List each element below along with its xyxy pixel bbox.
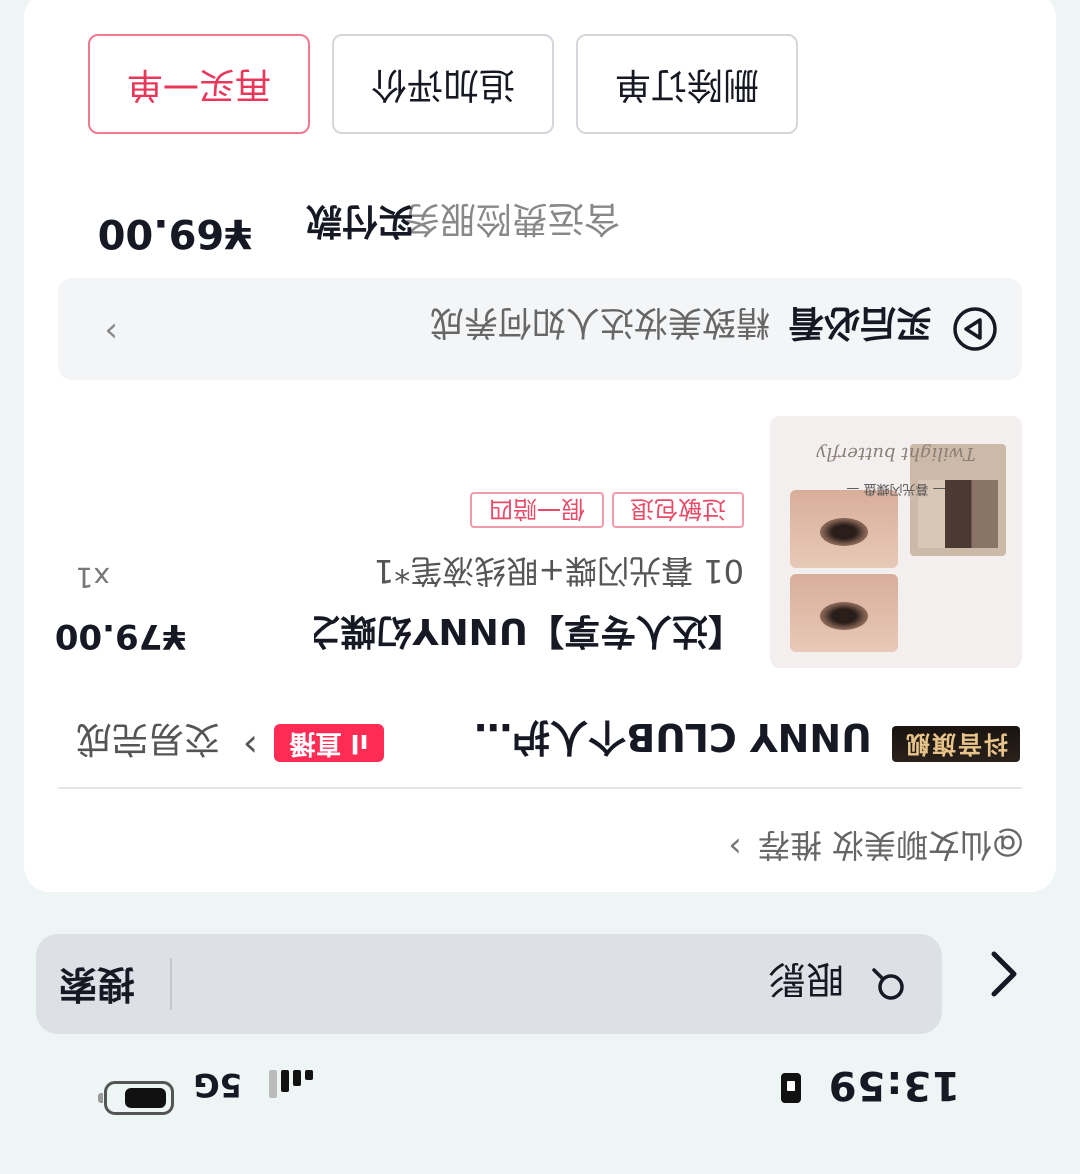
search-icon bbox=[872, 968, 904, 1000]
chevron-right-icon: › bbox=[728, 827, 742, 867]
recommend-row[interactable]: @仙女聊美妆 推荐 › bbox=[728, 826, 1024, 867]
shop-row[interactable]: 抖音旗舰 UNNY CLUB个人护… ıl 直播 › 交易完成 bbox=[56, 712, 1020, 768]
play-icon bbox=[953, 307, 997, 351]
search-divider bbox=[170, 958, 172, 1010]
live-icon: ıl bbox=[341, 728, 369, 758]
live-label: 直播 bbox=[289, 728, 342, 758]
back-arrow-icon[interactable] bbox=[974, 946, 1030, 1002]
status-time: 13:59 bbox=[827, 1062, 960, 1108]
product-price: ¥79.00 bbox=[54, 616, 186, 656]
buy-again-button[interactable]: 再买一单 bbox=[88, 34, 310, 134]
thumbnail-caption: — 暮光闪蝶盘 — bbox=[846, 481, 946, 496]
tutorial-title: 买后必看 bbox=[787, 302, 932, 343]
live-badge[interactable]: ıl 直播 bbox=[274, 724, 384, 762]
product-spec: 01 暮光闪蝶+眼线液笔*1 bbox=[373, 552, 744, 590]
recommend-label: @仙女聊美妆 推荐 bbox=[757, 826, 1024, 864]
eye-look-image bbox=[790, 490, 898, 568]
search-bar[interactable]: 眼影 搜索 bbox=[36, 934, 942, 1034]
screen: 13:59 5G 眼影 搜索 @仙女聊美妆 推荐 › 抖音旗舰 UNNY CLU… bbox=[0, 0, 1080, 1174]
search-input[interactable]: 眼影 bbox=[768, 955, 844, 1010]
service-tag: 过敏包退 bbox=[612, 492, 744, 528]
shop-name[interactable]: UNNY CLUB个人护… bbox=[474, 713, 872, 768]
eye-look-image bbox=[790, 574, 898, 652]
signal-icon bbox=[257, 1070, 313, 1100]
search-button[interactable]: 搜索 bbox=[42, 950, 152, 1018]
product-quantity: x1 bbox=[75, 561, 110, 594]
order-status: 交易完成 bbox=[75, 718, 220, 759]
product-thumbnail[interactable]: — 暮光闪蝶盘 — Twilight butterfly bbox=[770, 416, 1022, 668]
flagship-badge: 抖音旗舰 bbox=[892, 726, 1020, 762]
chevron-right-icon: › bbox=[242, 724, 258, 768]
chevron-right-icon: › bbox=[104, 312, 118, 352]
paid-amount: ¥69.00 bbox=[97, 210, 252, 256]
paid-label: 实付款 bbox=[305, 200, 414, 241]
thumbnail-script: Twilight butterfly bbox=[816, 443, 976, 464]
delete-order-button[interactable]: 删除订单 bbox=[576, 34, 798, 134]
tutorial-banner[interactable]: 买后必看 精致美妆达人如何养成 › bbox=[58, 278, 1022, 380]
network-label: 5G bbox=[193, 1066, 242, 1104]
shipping-insurance-note: 含运费险服务 bbox=[403, 198, 620, 239]
battery-icon bbox=[104, 1081, 174, 1115]
service-tag: 假一赔四 bbox=[470, 492, 604, 528]
order-card: @仙女聊美妆 推荐 › 抖音旗舰 UNNY CLUB个人护… ıl 直播 › 交… bbox=[24, 0, 1056, 892]
product-title[interactable]: 【达人专享】UNNY幻蝶之… bbox=[314, 608, 744, 660]
add-review-button[interactable]: 追加评价 bbox=[332, 34, 554, 134]
sim-icon bbox=[781, 1073, 801, 1103]
divider bbox=[58, 787, 1022, 789]
tutorial-subtitle: 精致美妆达人如何养成 bbox=[430, 302, 770, 342]
